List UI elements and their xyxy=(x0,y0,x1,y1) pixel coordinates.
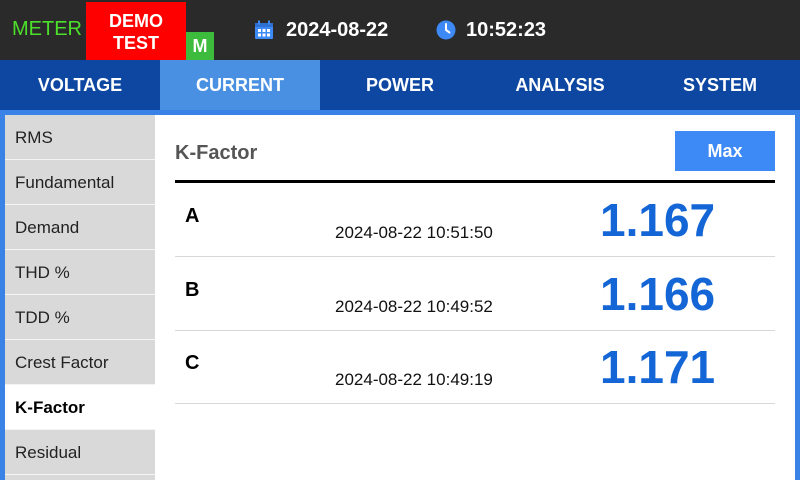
mode-badge: M xyxy=(186,32,214,60)
sidebar-item-crest-factor[interactable]: Crest Factor xyxy=(5,340,155,385)
phase-timestamp: 2024-08-22 10:51:50 xyxy=(335,223,493,242)
tab-current[interactable]: CURRENT xyxy=(160,60,320,110)
phase-row-b: B 2024-08-22 10:49:52 1.166 xyxy=(175,257,775,331)
k-factor-panel: K-Factor Max A 2024-08-22 10:51:50 1.167… xyxy=(155,115,795,480)
sidebar-item-rms[interactable]: RMS xyxy=(5,115,155,160)
clock-icon xyxy=(436,20,456,40)
calendar-icon xyxy=(255,20,273,39)
phase-label: A xyxy=(185,205,200,227)
sidebar-item-tdd[interactable]: TDD % xyxy=(5,295,155,340)
sidebar-item-fundamental[interactable]: Fundamental xyxy=(5,160,155,205)
sidebar-item-k-factor[interactable]: K-Factor xyxy=(5,385,155,430)
header-time: 10:52:23 xyxy=(466,19,547,41)
panel-title: K-Factor xyxy=(175,142,258,164)
phase-row-c: C 2024-08-22 10:49:19 1.171 xyxy=(175,330,775,404)
demo-test-badge: DEMO TEST xyxy=(86,2,186,60)
tab-analysis[interactable]: ANALYSIS xyxy=(480,60,640,110)
phase-label: C xyxy=(185,352,200,374)
sidebar-item-thd[interactable]: THD % xyxy=(5,250,155,295)
demo-badge-line2: TEST xyxy=(112,33,159,53)
phase-row-a: A 2024-08-22 10:51:50 1.167 xyxy=(175,183,775,257)
max-button[interactable]: Max xyxy=(675,131,775,171)
sidebar-item-residual[interactable]: Residual xyxy=(5,430,155,475)
phase-timestamp: 2024-08-22 10:49:52 xyxy=(335,297,493,316)
phase-value: 1.166 xyxy=(600,268,716,320)
phase-value: 1.171 xyxy=(600,341,716,393)
content-area: RMS Fundamental Demand THD % TDD % Crest… xyxy=(0,110,800,480)
main-tab-bar: VOLTAGE CURRENT POWER ANALYSIS SYSTEM xyxy=(0,60,800,110)
tab-power[interactable]: POWER xyxy=(320,60,480,110)
header-date: 2024-08-22 xyxy=(286,19,389,41)
demo-badge-line1: DEMO xyxy=(109,11,163,31)
sidebar-menu: RMS Fundamental Demand THD % TDD % Crest… xyxy=(5,115,155,480)
phase-label: B xyxy=(185,279,200,301)
sidebar-item-demand[interactable]: Demand xyxy=(5,205,155,250)
phase-timestamp: 2024-08-22 10:49:19 xyxy=(335,370,493,389)
tab-system[interactable]: SYSTEM xyxy=(640,60,800,110)
tab-voltage[interactable]: VOLTAGE xyxy=(0,60,160,110)
top-status-bar: METER DEMO TEST M 2024-08-22 10:52:23 xyxy=(0,0,800,60)
phase-value: 1.167 xyxy=(600,194,716,246)
meter-label: METER xyxy=(12,18,82,40)
